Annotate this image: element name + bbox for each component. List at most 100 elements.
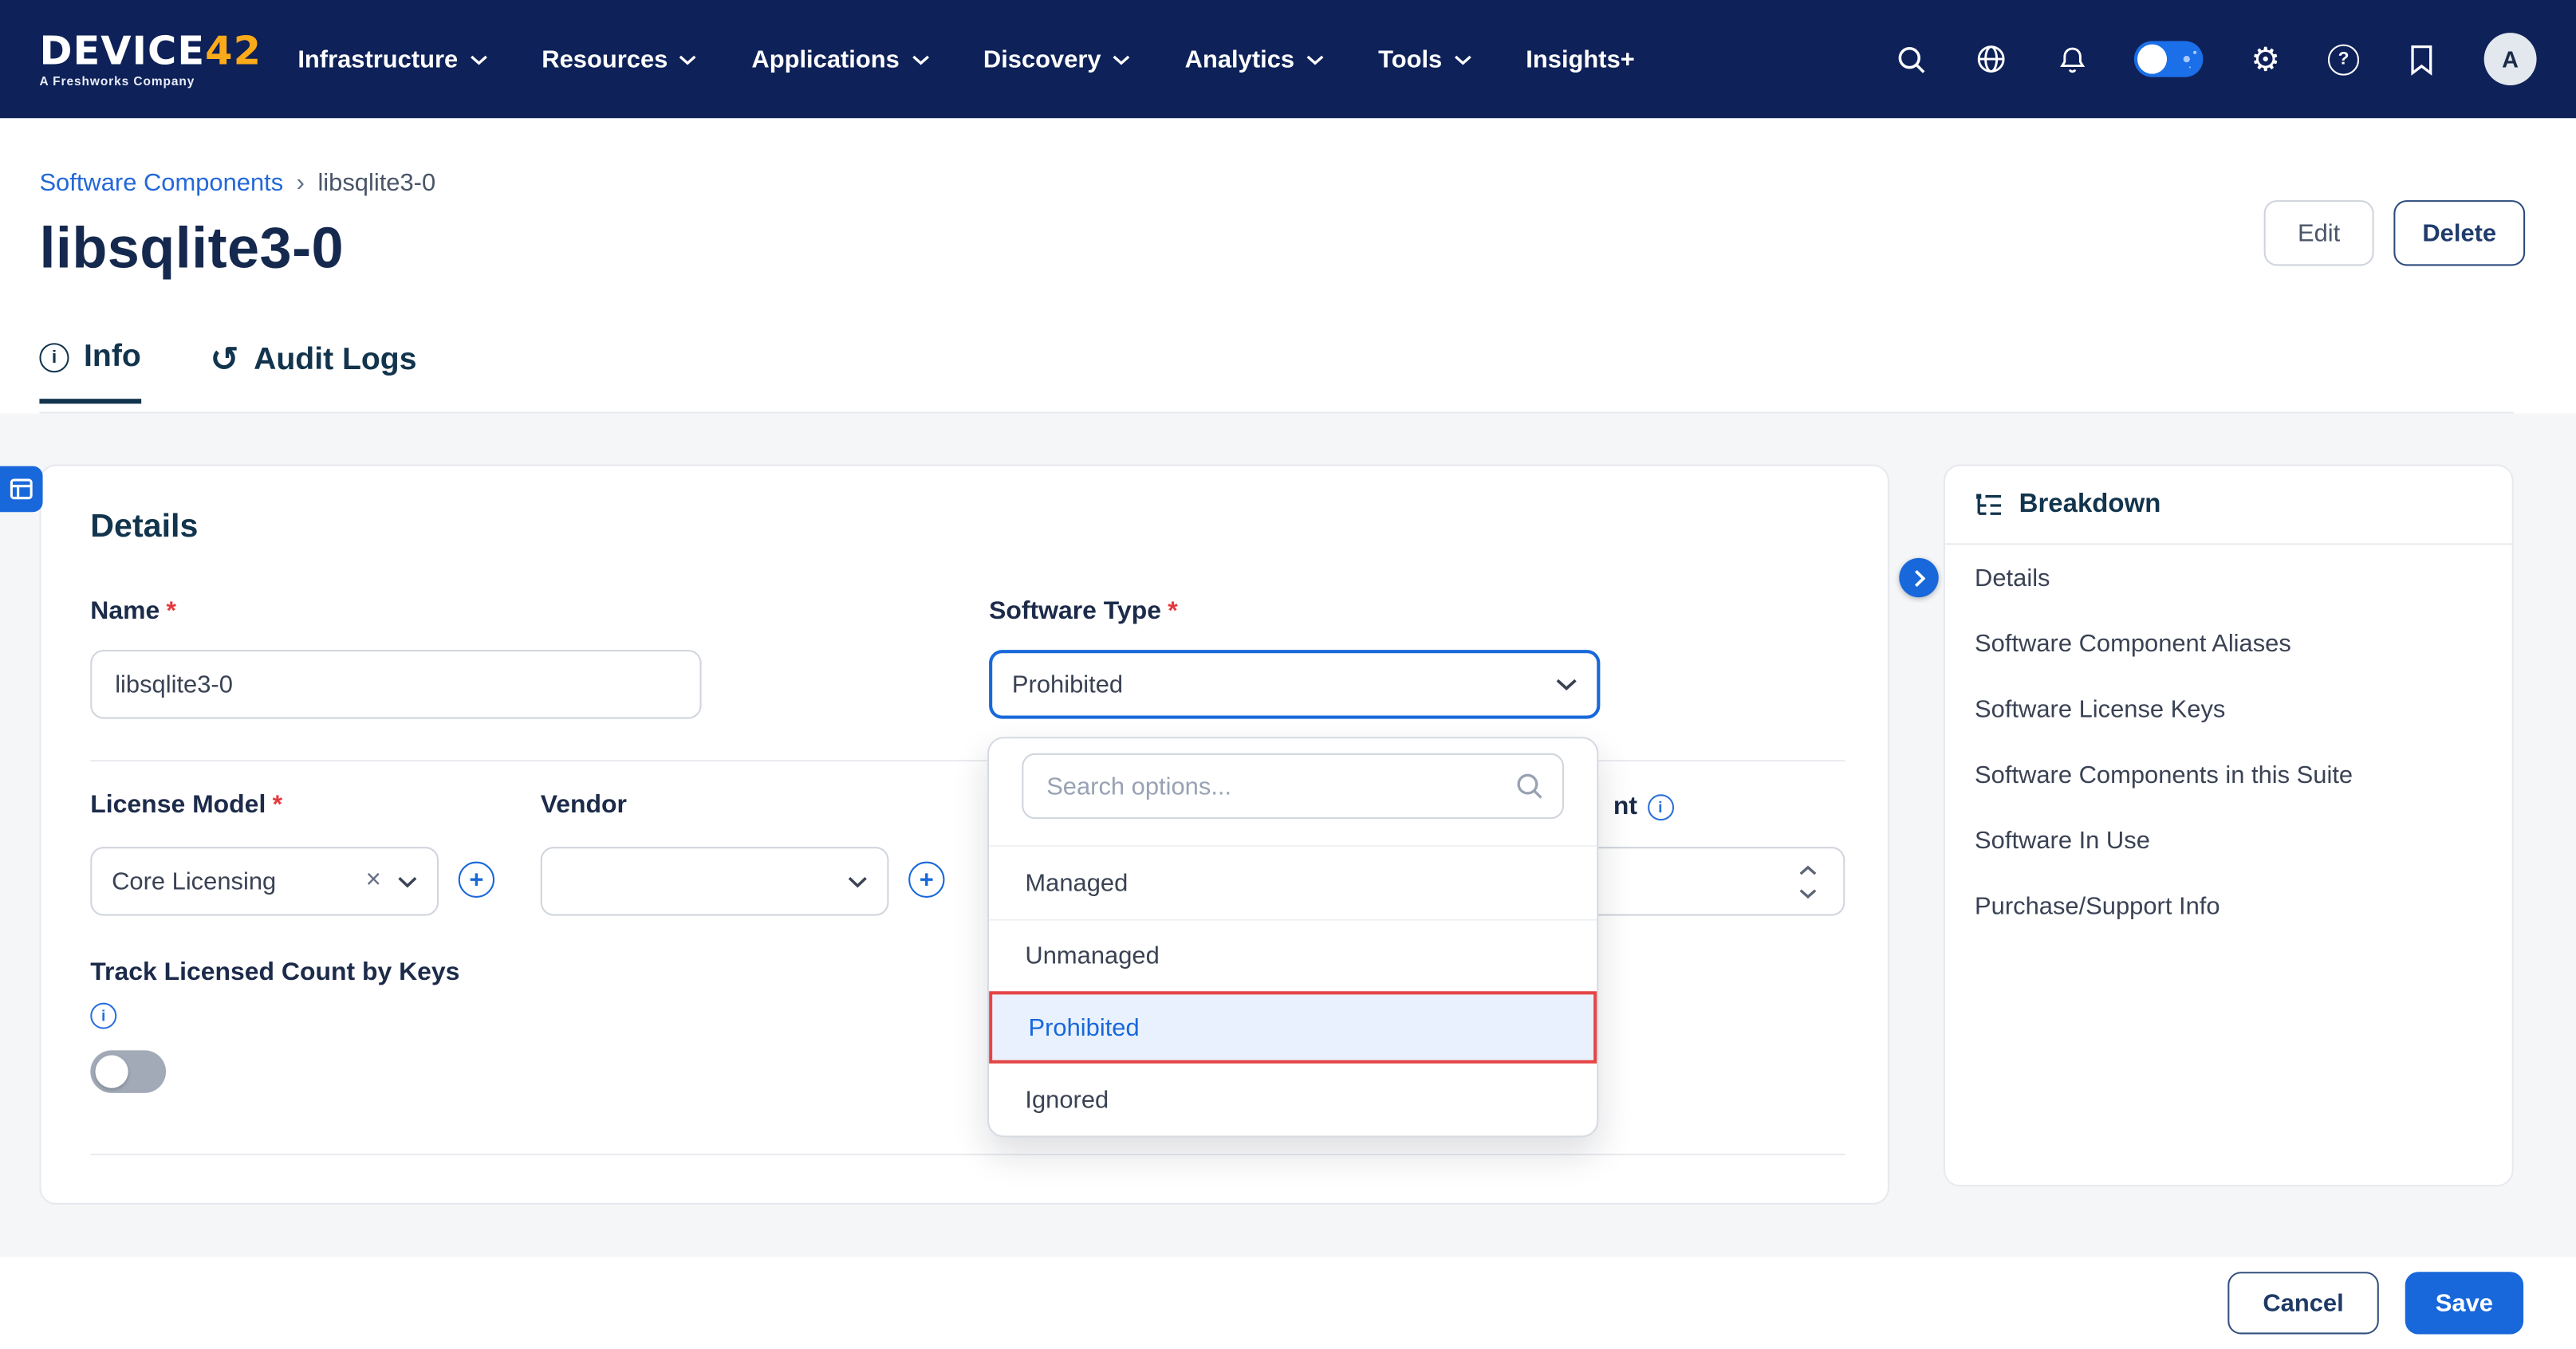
breakdown-card: Breakdown Details Software Component Ali… (1944, 465, 2514, 1187)
vendor-label: Vendor (541, 791, 627, 820)
chevron-down-icon[interactable] (1799, 887, 1818, 899)
track-keys-toggle[interactable] (90, 1050, 166, 1093)
license-model-label-text: License Model (90, 791, 266, 820)
breadcrumb-parent-link[interactable]: Software Components (39, 169, 283, 197)
list-tree-icon (1975, 491, 2004, 517)
name-label-text: Name (90, 597, 160, 627)
gear-icon[interactable]: ⚙ (2247, 41, 2283, 77)
dropdown-options: Managed Unmanaged Prohibited Ignored (989, 845, 1597, 1135)
bell-icon[interactable] (2054, 41, 2090, 77)
edit-button[interactable]: Edit (2264, 200, 2374, 265)
theme-toggle[interactable] (2134, 41, 2204, 77)
details-card: Details Name* Software Type* Prohibited … (39, 465, 1889, 1205)
vendor-label-text: Vendor (541, 791, 627, 820)
footer-actions: Cancel Save (2227, 1272, 2523, 1334)
main-menu: Infrastructure Resources Applications Di… (297, 45, 1634, 73)
expand-panel-button[interactable] (1899, 558, 1938, 597)
logo-text: DEVICE42 (39, 31, 262, 70)
add-vendor-button[interactable]: + (908, 862, 944, 898)
nav-label: Insights+ (1526, 45, 1635, 73)
sparkle-icon (2184, 56, 2190, 62)
globe-icon[interactable] (1973, 41, 2009, 77)
breadcrumb-current: libsqlite3-0 (317, 169, 435, 197)
nav-analytics[interactable]: Analytics (1185, 45, 1324, 73)
tab-audit-logs[interactable]: ↺ Audit Logs (210, 340, 416, 403)
save-button[interactable]: Save (2405, 1272, 2523, 1334)
nav-tools[interactable]: Tools (1378, 45, 1471, 73)
breakdown-item-details[interactable]: Details (1945, 545, 2512, 610)
license-model-select[interactable]: Core Licensing × (90, 847, 439, 915)
nav-label: Applications (751, 45, 899, 73)
section-divider (90, 1154, 1845, 1155)
list-icon (10, 478, 33, 501)
tab-bar: i Info ↺ Audit Logs (39, 340, 416, 403)
side-panel-toggle[interactable] (0, 466, 43, 513)
software-type-label: Software Type* (989, 597, 1178, 627)
footer-bar: Cancel Save (0, 1257, 2576, 1349)
breakdown-item-software-in-use[interactable]: Software In Use (1945, 808, 2512, 873)
info-icon[interactable]: i (1647, 794, 1673, 820)
breakdown-item-license-keys[interactable]: Software License Keys (1945, 676, 2512, 741)
cancel-button[interactable]: Cancel (2227, 1272, 2379, 1334)
device42-logo[interactable]: DEVICE42 A Freshworks Company (39, 31, 262, 88)
nav-resources[interactable]: Resources (542, 45, 697, 73)
chevron-down-icon (1113, 53, 1131, 65)
chevron-down-icon (398, 875, 418, 887)
nav-applications[interactable]: Applications (751, 45, 929, 73)
user-avatar[interactable]: A (2484, 33, 2537, 85)
nav-infrastructure[interactable]: Infrastructure (297, 45, 487, 73)
app-root: DEVICE42 A Freshworks Company Infrastruc… (0, 0, 2576, 1349)
nav-label: Analytics (1185, 45, 1294, 73)
chevron-up-icon[interactable] (1799, 864, 1818, 875)
theme-toggle-knob (2137, 45, 2167, 74)
nav-label: Resources (542, 45, 668, 73)
option-managed[interactable]: Managed (989, 847, 1597, 919)
license-model-label: License Model* (90, 791, 282, 820)
name-input[interactable] (90, 650, 701, 718)
logo-subtitle: A Freshworks Company (39, 75, 262, 87)
details-section-title: Details (90, 509, 198, 546)
software-type-value: Prohibited (1012, 671, 1556, 698)
software-type-select[interactable]: Prohibited (989, 650, 1600, 718)
breadcrumb-separator: › (297, 169, 305, 197)
option-prohibited[interactable]: Prohibited (989, 991, 1597, 1064)
count-field-label: nt i (1613, 792, 1673, 822)
required-mark: * (1168, 597, 1177, 627)
help-icon[interactable]: ? (2328, 44, 2359, 75)
nav-insights-plus[interactable]: Insights+ (1526, 45, 1635, 73)
clear-icon[interactable]: × (366, 868, 381, 895)
top-navbar: DEVICE42 A Freshworks Company Infrastruc… (0, 0, 2576, 118)
vendor-select[interactable] (541, 847, 889, 915)
info-icon: i (39, 343, 69, 372)
nav-discovery[interactable]: Discovery (983, 45, 1131, 73)
chevron-down-icon (1454, 53, 1472, 65)
search-icon[interactable] (1893, 41, 1928, 77)
info-icon[interactable]: i (90, 1003, 116, 1029)
software-type-label-text: Software Type (989, 597, 1161, 627)
tab-info-label: Info (84, 340, 141, 376)
dropdown-search (1022, 753, 1564, 819)
bookmark-icon[interactable] (2404, 41, 2440, 77)
logo-number: 42 (205, 27, 262, 73)
add-license-model-button[interactable]: + (459, 862, 494, 898)
breakdown-item-purchase-support[interactable]: Purchase/Support Info (1945, 873, 2512, 938)
dropdown-search-input[interactable] (1022, 753, 1564, 819)
required-mark: * (273, 791, 282, 820)
chevron-right-icon (1913, 568, 1924, 587)
chevron-down-icon (1306, 53, 1324, 65)
toggle-knob (95, 1056, 128, 1088)
option-ignored[interactable]: Ignored (989, 1064, 1597, 1136)
breakdown-header: Breakdown (1945, 466, 2512, 545)
name-label: Name* (90, 597, 176, 627)
nav-label: Discovery (983, 45, 1101, 73)
nav-label: Infrastructure (297, 45, 458, 73)
stepper-buttons[interactable] (1799, 864, 1818, 899)
delete-button[interactable]: Delete (2393, 200, 2525, 265)
chevron-down-icon (470, 53, 488, 65)
option-unmanaged[interactable]: Unmanaged (989, 919, 1597, 992)
breakdown-item-aliases[interactable]: Software Component Aliases (1945, 611, 2512, 676)
chevron-down-icon (1556, 678, 1578, 690)
tab-info[interactable]: i Info (39, 340, 140, 403)
logo-device: DEVICE (39, 27, 205, 73)
breakdown-item-suite-components[interactable]: Software Components in this Suite (1945, 741, 2512, 807)
